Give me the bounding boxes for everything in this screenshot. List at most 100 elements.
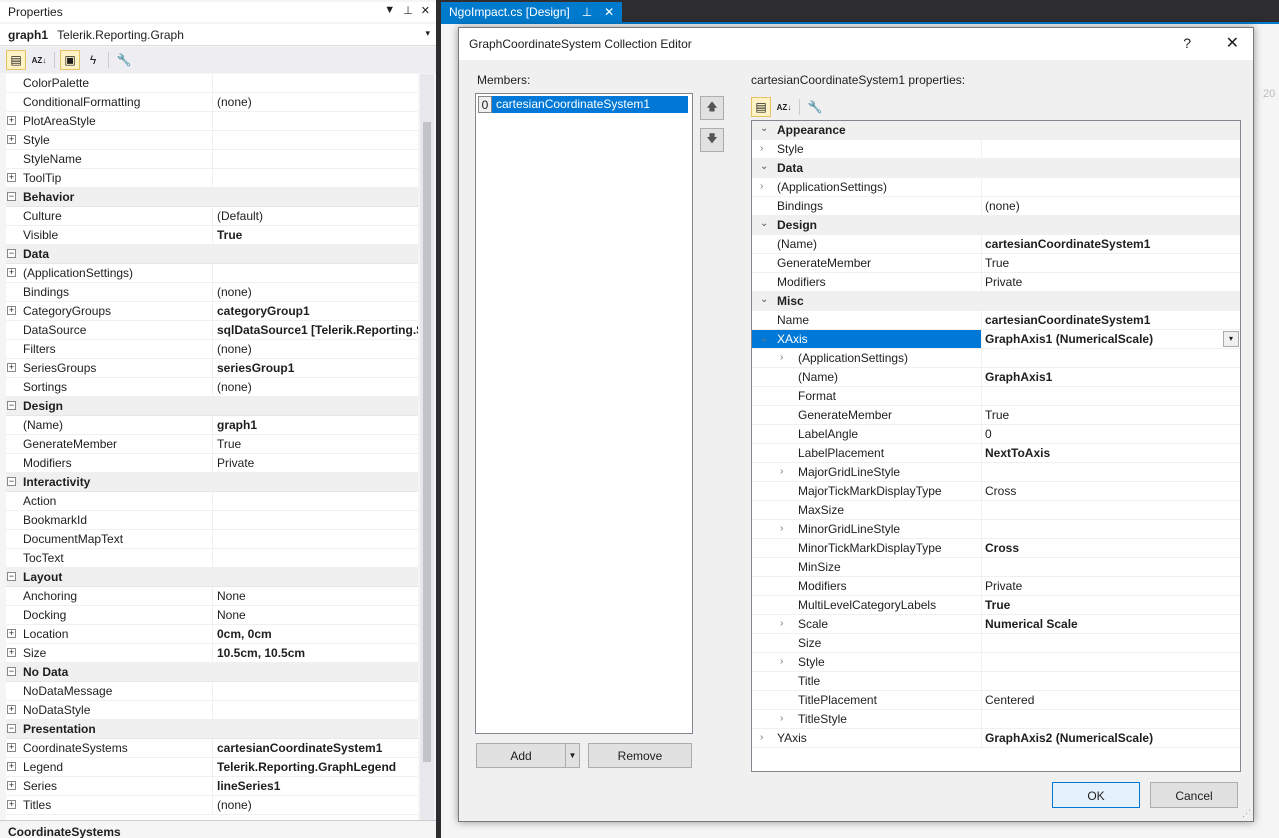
property-row[interactable]: › Style xyxy=(752,653,1240,672)
property-row[interactable]: › YAxis GraphAxis2 (NumericalScale) xyxy=(752,729,1240,748)
property-row[interactable]: ColorPalette xyxy=(6,74,418,93)
categorized-button[interactable]: ▤ xyxy=(751,97,771,117)
help-button[interactable]: ? xyxy=(1183,35,1191,51)
property-value[interactable] xyxy=(982,140,1240,158)
property-row[interactable]: + SeriesGroups seriesGroup1 xyxy=(6,359,418,378)
property-row[interactable]: Format xyxy=(752,387,1240,406)
property-value[interactable] xyxy=(982,558,1240,576)
property-value[interactable]: True xyxy=(213,435,418,453)
property-value[interactable] xyxy=(982,387,1240,405)
chevron-right-icon[interactable]: › xyxy=(780,713,783,724)
chevron-right-icon[interactable]: › xyxy=(780,618,783,629)
collapse-icon[interactable]: − xyxy=(7,192,16,201)
property-row[interactable]: + NoDataStyle xyxy=(6,701,418,720)
property-value[interactable]: True xyxy=(982,406,1240,424)
expand-icon[interactable]: + xyxy=(7,306,16,315)
close-button[interactable]: ✕ xyxy=(1226,33,1239,53)
chevron-right-icon[interactable]: › xyxy=(780,523,783,534)
property-row[interactable]: ConditionalFormatting (none) xyxy=(6,93,418,112)
chevron-down-icon[interactable]: ▾ xyxy=(1223,331,1239,347)
categorized-button[interactable]: ▤ xyxy=(6,50,26,70)
members-list[interactable]: 0 cartesianCoordinateSystem1 xyxy=(475,93,693,734)
expand-icon[interactable]: + xyxy=(7,268,16,277)
chevron-right-icon[interactable]: › xyxy=(760,181,763,192)
chevron-right-icon[interactable]: › xyxy=(780,352,783,363)
close-icon[interactable]: ✕ xyxy=(421,4,430,17)
property-value[interactable] xyxy=(213,131,418,149)
property-value[interactable]: (none) xyxy=(213,93,418,111)
property-row[interactable]: GenerateMember True xyxy=(752,406,1240,425)
collapse-icon[interactable]: − xyxy=(7,477,16,486)
expand-icon[interactable]: + xyxy=(7,743,16,752)
chevron-down-icon[interactable]: ⌄ xyxy=(760,123,768,134)
expand-icon[interactable]: + xyxy=(7,173,16,182)
alphabetical-button[interactable]: AZ↓ xyxy=(29,50,49,70)
category-row[interactable]: − Layout xyxy=(6,568,418,587)
collapse-icon[interactable]: − xyxy=(7,667,16,676)
category-row[interactable]: ⌄ Appearance xyxy=(752,121,1240,140)
property-value[interactable] xyxy=(982,672,1240,690)
property-value[interactable] xyxy=(213,530,418,548)
chevron-down-icon[interactable]: ⌄ xyxy=(760,333,768,344)
expand-icon[interactable]: + xyxy=(7,705,16,714)
property-value[interactable]: True xyxy=(982,254,1240,272)
expand-icon[interactable]: + xyxy=(7,363,16,372)
property-row[interactable]: ⌄ XAxis GraphAxis1 (NumericalScale) ▾ xyxy=(752,330,1240,349)
property-row[interactable]: Sortings (none) xyxy=(6,378,418,397)
property-value[interactable]: (none) xyxy=(982,197,1240,215)
move-up-button[interactable]: 🡅 xyxy=(700,96,724,120)
scrollbar-thumb[interactable] xyxy=(423,122,431,762)
property-row[interactable]: Bindings (none) xyxy=(6,283,418,302)
property-pages-button[interactable]: 🔧 xyxy=(114,50,134,70)
category-row[interactable]: − Data xyxy=(6,245,418,264)
property-value[interactable] xyxy=(213,112,418,130)
chevron-right-icon[interactable]: › xyxy=(780,656,783,667)
property-row[interactable]: Modifiers Private xyxy=(752,577,1240,596)
collapse-icon[interactable]: − xyxy=(7,724,16,733)
property-row[interactable]: + CoordinateSystems cartesianCoordinateSys… xyxy=(6,739,418,758)
property-value[interactable]: 0cm, 0cm xyxy=(213,625,418,643)
property-value[interactable] xyxy=(213,74,418,92)
category-row[interactable]: ⌄ Design xyxy=(752,216,1240,235)
property-value[interactable]: None xyxy=(213,587,418,605)
move-down-button[interactable]: 🡇 xyxy=(700,128,724,152)
property-row[interactable]: DocumentMapText xyxy=(6,530,418,549)
property-row[interactable]: + Size 10.5cm, 10.5cm xyxy=(6,644,418,663)
property-value[interactable]: (none) xyxy=(213,340,418,358)
property-row[interactable]: Title xyxy=(752,672,1240,691)
property-row[interactable]: + Style xyxy=(6,131,418,150)
property-row[interactable]: GenerateMember True xyxy=(6,435,418,454)
category-row[interactable]: − Presentation xyxy=(6,720,418,739)
property-row[interactable]: Modifiers Private xyxy=(6,454,418,473)
property-value[interactable] xyxy=(982,501,1240,519)
property-row[interactable]: MultiLevelCategoryLabels True xyxy=(752,596,1240,615)
property-row[interactable]: Bindings (none) xyxy=(752,197,1240,216)
property-value[interactable]: Private xyxy=(982,577,1240,595)
chevron-down-icon[interactable]: ▾ xyxy=(425,28,430,39)
property-value[interactable]: (none) xyxy=(213,378,418,396)
ok-button[interactable]: OK xyxy=(1052,782,1140,808)
property-row[interactable]: › MinorGridLineStyle xyxy=(752,520,1240,539)
window-position-icon[interactable]: ▼ xyxy=(384,4,395,17)
chevron-down-icon[interactable]: ▼ xyxy=(565,744,579,767)
pin-icon[interactable]: ⊥ xyxy=(582,5,592,19)
property-row[interactable]: Docking None xyxy=(6,606,418,625)
category-row[interactable]: − Behavior xyxy=(6,188,418,207)
property-value[interactable]: categoryGroup1 xyxy=(213,302,418,320)
property-value[interactable]: True xyxy=(982,596,1240,614)
property-row[interactable]: (Name) graph1 xyxy=(6,416,418,435)
property-value[interactable] xyxy=(213,169,418,187)
alphabetical-button[interactable]: AZ↓ xyxy=(774,97,794,117)
close-icon[interactable]: ✕ xyxy=(604,5,614,19)
property-value[interactable]: seriesGroup1 xyxy=(213,359,418,377)
chevron-right-icon[interactable]: › xyxy=(760,732,763,743)
property-value[interactable] xyxy=(982,178,1240,196)
property-row[interactable]: › TitleStyle xyxy=(752,710,1240,729)
property-row[interactable]: BookmarkId xyxy=(6,511,418,530)
property-value[interactable] xyxy=(982,520,1240,538)
property-row[interactable]: + PlotAreaStyle xyxy=(6,112,418,131)
expand-icon[interactable]: + xyxy=(7,762,16,771)
category-row[interactable]: ⌄ Misc xyxy=(752,292,1240,311)
chevron-right-icon[interactable]: › xyxy=(760,143,763,154)
collapse-icon[interactable]: − xyxy=(7,249,16,258)
